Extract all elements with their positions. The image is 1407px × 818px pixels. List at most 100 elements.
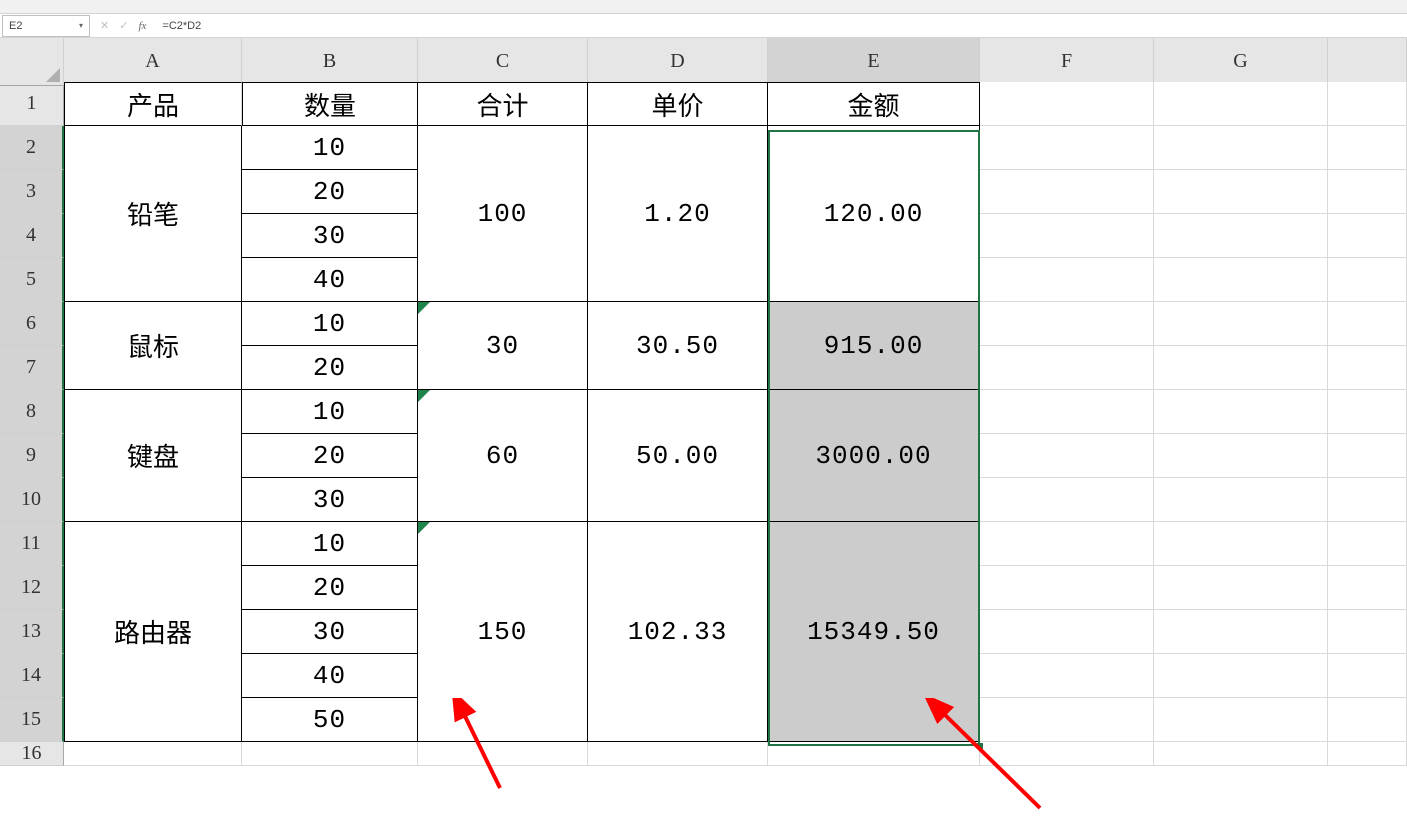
cell-H1[interactable] — [1328, 82, 1407, 126]
cell-F11[interactable] — [980, 522, 1154, 566]
col-header-last[interactable] — [1328, 38, 1407, 86]
cell-G3[interactable] — [1154, 170, 1328, 214]
cell-G14[interactable] — [1154, 654, 1328, 698]
cell-G16[interactable] — [1154, 742, 1328, 766]
cell-B10[interactable]: 30 — [242, 478, 418, 522]
cell-D1[interactable]: 单价 — [588, 82, 768, 126]
row-header-10[interactable]: 10 — [0, 478, 64, 522]
cell-A2-merged[interactable]: 铅笔 — [64, 126, 242, 302]
spreadsheet-grid[interactable]: A B C D E F G 1 产品 数量 合计 单价 金额 2 铅笔 10 1… — [0, 38, 1407, 786]
cell-H12[interactable] — [1328, 566, 1407, 610]
cell-H2[interactable] — [1328, 126, 1407, 170]
cell-G11[interactable] — [1154, 522, 1328, 566]
cell-H16[interactable] — [1328, 742, 1407, 766]
cell-B15[interactable]: 50 — [242, 698, 418, 742]
cell-D16[interactable] — [588, 742, 768, 766]
cell-E8-merged[interactable]: 3000.00 — [768, 390, 980, 522]
row-header-13[interactable]: 13 — [0, 610, 64, 654]
cell-B5[interactable]: 40 — [242, 258, 418, 302]
col-header-E[interactable]: E — [768, 38, 980, 86]
cell-F15[interactable] — [980, 698, 1154, 742]
cell-G12[interactable] — [1154, 566, 1328, 610]
cell-C1[interactable]: 合计 — [418, 82, 588, 126]
cell-B3[interactable]: 20 — [242, 170, 418, 214]
cell-F13[interactable] — [980, 610, 1154, 654]
cell-F4[interactable] — [980, 214, 1154, 258]
cell-G6[interactable] — [1154, 302, 1328, 346]
cell-H6[interactable] — [1328, 302, 1407, 346]
cell-B13[interactable]: 30 — [242, 610, 418, 654]
row-header-5[interactable]: 5 — [0, 258, 64, 302]
cell-H7[interactable] — [1328, 346, 1407, 390]
fx-icon[interactable]: fx — [138, 20, 146, 32]
cell-A8-merged[interactable]: 键盘 — [64, 390, 242, 522]
cell-F1[interactable] — [980, 82, 1154, 126]
select-all-corner[interactable] — [0, 38, 64, 86]
cell-G8[interactable] — [1154, 390, 1328, 434]
row-header-11[interactable]: 11 — [0, 522, 64, 566]
cell-B4[interactable]: 30 — [242, 214, 418, 258]
cell-A11-merged[interactable]: 路由器 — [64, 522, 242, 742]
row-header-2[interactable]: 2 — [0, 126, 64, 170]
cell-H11[interactable] — [1328, 522, 1407, 566]
cell-A6-merged[interactable]: 鼠标 — [64, 302, 242, 390]
row-header-3[interactable]: 3 — [0, 170, 64, 214]
cell-F6[interactable] — [980, 302, 1154, 346]
cell-B12[interactable]: 20 — [242, 566, 418, 610]
col-header-C[interactable]: C — [418, 38, 588, 86]
row-header-4[interactable]: 4 — [0, 214, 64, 258]
cell-B16[interactable] — [242, 742, 418, 766]
row-header-16[interactable]: 16 — [0, 742, 64, 766]
cell-B1[interactable]: 数量 — [242, 82, 418, 126]
cell-D6-merged[interactable]: 30.50 — [588, 302, 768, 390]
cell-E11-merged[interactable]: 15349.50 — [768, 522, 980, 742]
col-header-B[interactable]: B — [242, 38, 418, 86]
cell-H13[interactable] — [1328, 610, 1407, 654]
cell-A1[interactable]: 产品 — [64, 82, 242, 126]
col-header-A[interactable]: A — [64, 38, 242, 86]
cell-G10[interactable] — [1154, 478, 1328, 522]
cell-F7[interactable] — [980, 346, 1154, 390]
cell-G5[interactable] — [1154, 258, 1328, 302]
row-header-9[interactable]: 9 — [0, 434, 64, 478]
row-header-7[interactable]: 7 — [0, 346, 64, 390]
cell-G4[interactable] — [1154, 214, 1328, 258]
cell-F5[interactable] — [980, 258, 1154, 302]
cell-H8[interactable] — [1328, 390, 1407, 434]
cell-H15[interactable] — [1328, 698, 1407, 742]
cell-B9[interactable]: 20 — [242, 434, 418, 478]
cell-H4[interactable] — [1328, 214, 1407, 258]
cell-C11-merged[interactable]: 150 — [418, 522, 588, 742]
cell-H10[interactable] — [1328, 478, 1407, 522]
cell-G2[interactable] — [1154, 126, 1328, 170]
cell-G7[interactable] — [1154, 346, 1328, 390]
cell-G13[interactable] — [1154, 610, 1328, 654]
cell-C16[interactable] — [418, 742, 588, 766]
col-header-G[interactable]: G — [1154, 38, 1328, 86]
cell-F8[interactable] — [980, 390, 1154, 434]
name-box-dropdown-icon[interactable]: ▾ — [79, 21, 83, 30]
cell-E6-merged[interactable]: 915.00 — [768, 302, 980, 390]
cell-F14[interactable] — [980, 654, 1154, 698]
col-header-D[interactable]: D — [588, 38, 768, 86]
cell-E1[interactable]: 金额 — [768, 82, 980, 126]
cell-F2[interactable] — [980, 126, 1154, 170]
cell-D2-merged[interactable]: 1.20 — [588, 126, 768, 302]
cell-B8[interactable]: 10 — [242, 390, 418, 434]
cell-B11[interactable]: 10 — [242, 522, 418, 566]
cell-G1[interactable] — [1154, 82, 1328, 126]
cell-H3[interactable] — [1328, 170, 1407, 214]
cell-F10[interactable] — [980, 478, 1154, 522]
cell-H14[interactable] — [1328, 654, 1407, 698]
cell-C6-merged[interactable]: 30 — [418, 302, 588, 390]
formula-input[interactable]: =C2*D2 — [156, 15, 1407, 37]
cell-D11-merged[interactable]: 102.33 — [588, 522, 768, 742]
row-header-14[interactable]: 14 — [0, 654, 64, 698]
cell-B2[interactable]: 10 — [242, 126, 418, 170]
row-header-12[interactable]: 12 — [0, 566, 64, 610]
cell-H9[interactable] — [1328, 434, 1407, 478]
row-header-1[interactable]: 1 — [0, 82, 64, 126]
cell-F3[interactable] — [980, 170, 1154, 214]
cell-C2-merged[interactable]: 100 — [418, 126, 588, 302]
cell-B6[interactable]: 10 — [242, 302, 418, 346]
